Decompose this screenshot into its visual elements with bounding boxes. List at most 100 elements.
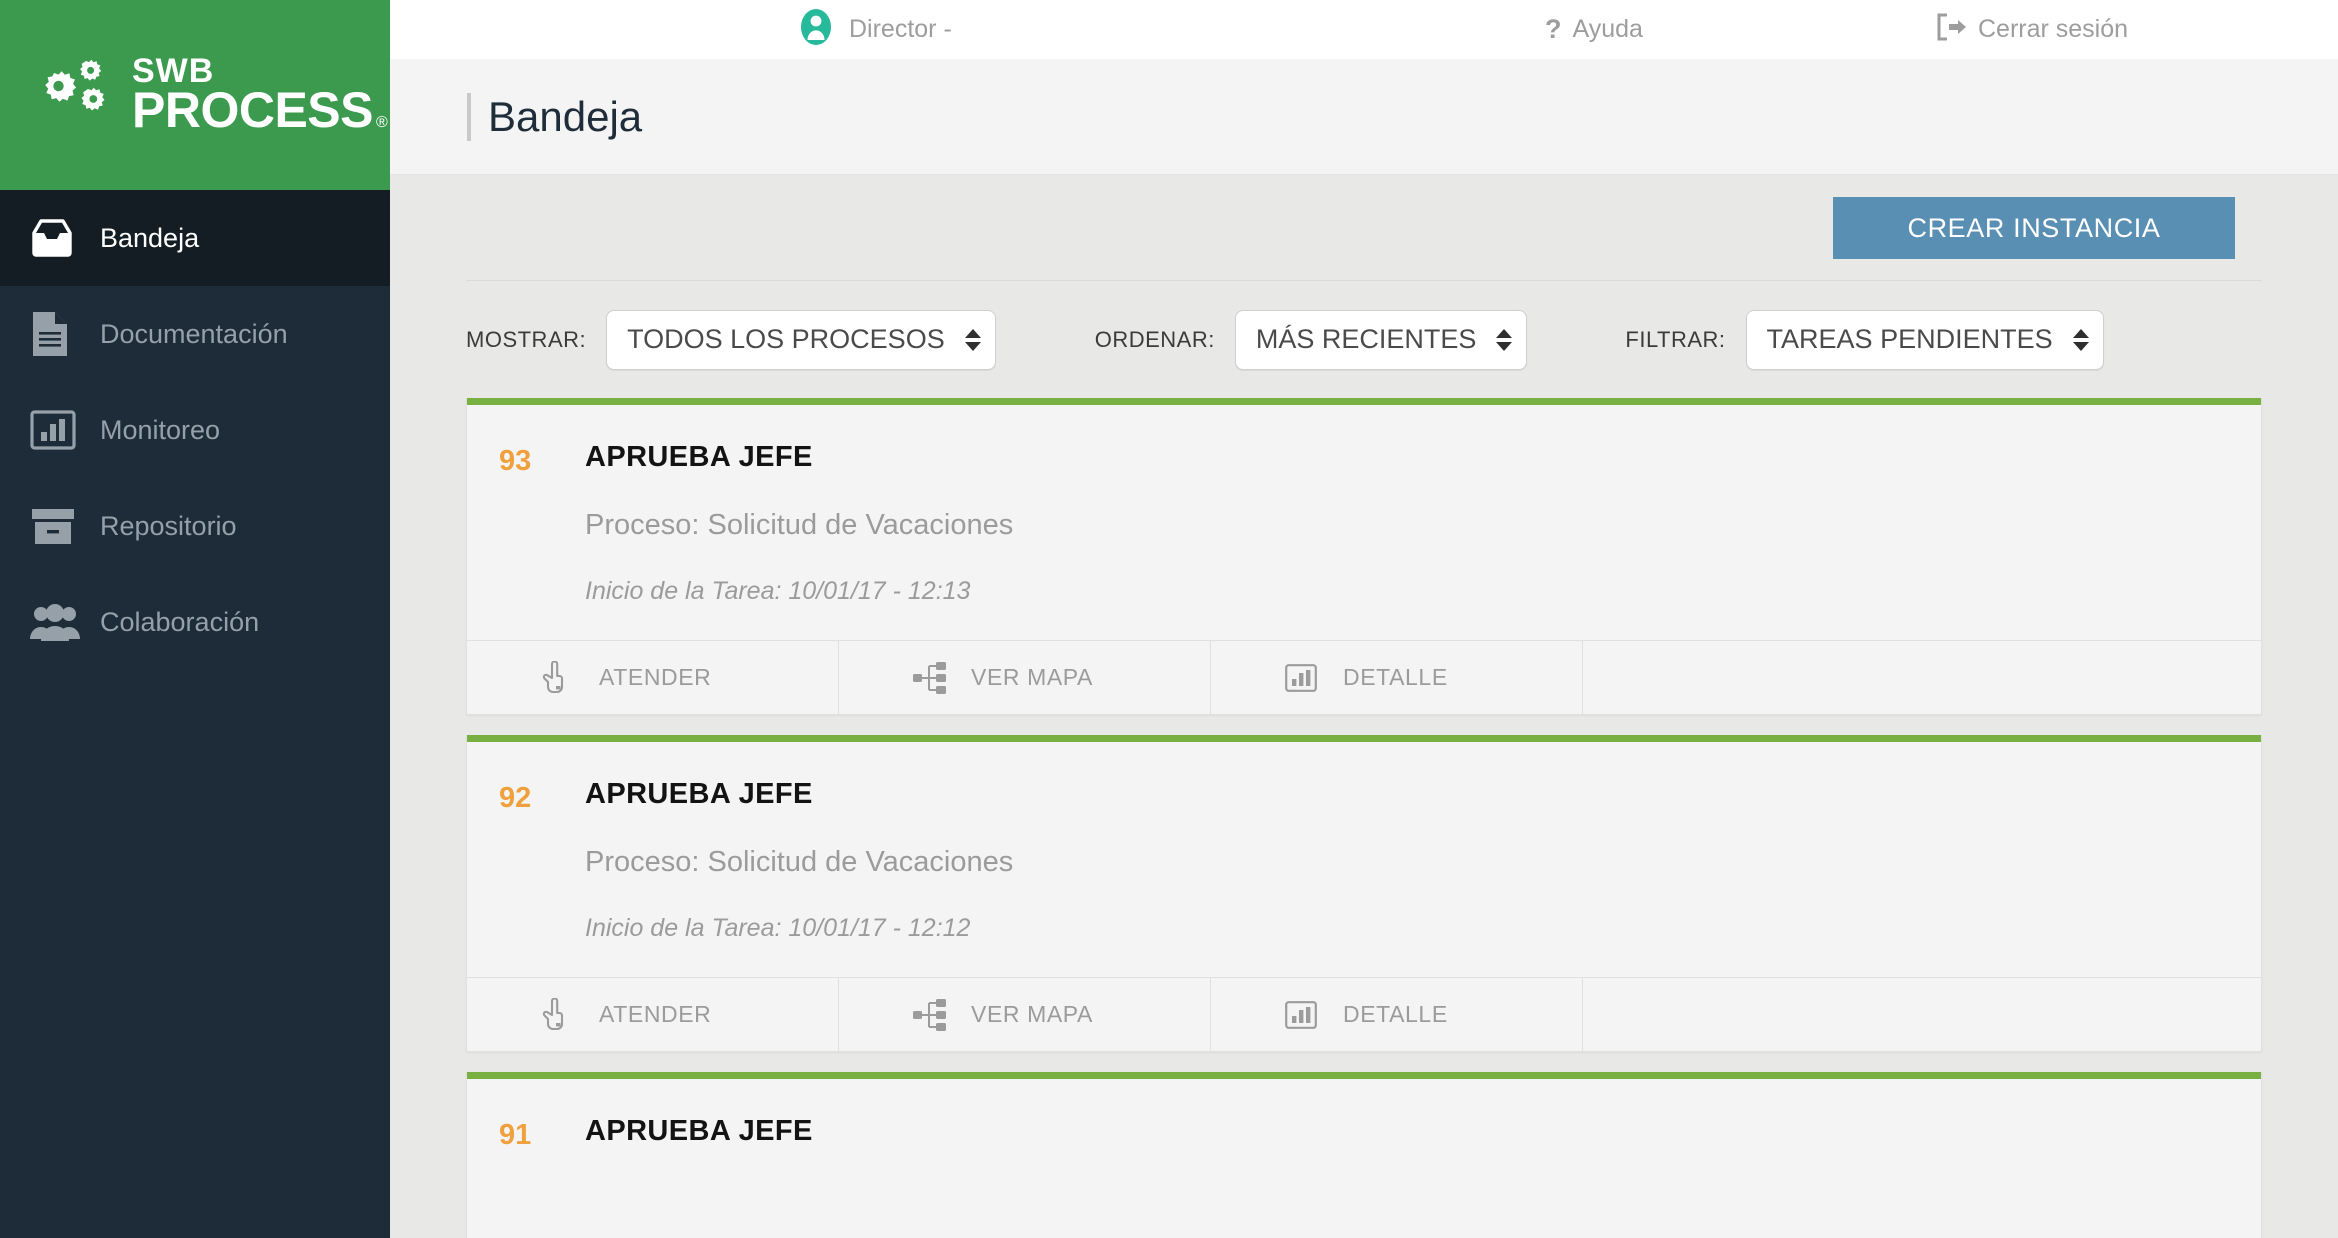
page-title-bar: Bandeja — [390, 59, 2338, 175]
select-arrows-icon — [2072, 328, 2089, 351]
sidebar: SWB PROCESS ® Bandeja Documentación Moni… — [0, 0, 390, 1238]
card-start-date: Inicio de la Tarea: 10/01/17 - 12:13 — [585, 577, 971, 605]
sidebar-item-documentacion[interactable]: Documentación — [0, 286, 390, 382]
card-body: 93 APRUEBA JEFE Proceso: Solicitud de Va… — [467, 405, 2261, 640]
archive-box-icon — [30, 505, 92, 547]
card-task-name: APRUEBA JEFE — [585, 441, 813, 473]
filter-bar: MOSTRAR: TODOS LOS PROCESOS ORDENAR: MÁS… — [390, 281, 2338, 398]
logout-label: Cerrar sesión — [1978, 15, 2129, 43]
ordenar-select[interactable]: MÁS RECIENTES — [1234, 309, 1528, 370]
topbar: Director - ? Ayuda Cerrar sesión — [390, 0, 2338, 59]
gears-icon — [26, 59, 118, 131]
bar-chart-icon — [1285, 1000, 1343, 1029]
detalle-label: DETALLE — [1343, 1001, 1448, 1027]
sidebar-item-bandeja[interactable]: Bandeja — [0, 190, 390, 286]
task-card: 91 APRUEBA JEFE — [466, 1072, 2262, 1238]
document-icon — [30, 310, 92, 358]
user-label: Director - — [849, 15, 952, 43]
detalle-button[interactable]: DETALLE — [1211, 978, 1583, 1051]
card-process-name: Proceso: Solicitud de Vacaciones — [585, 846, 1014, 878]
brand-text: SWB PROCESS ® — [132, 54, 388, 139]
brand-logo: SWB PROCESS ® — [26, 54, 388, 139]
toolbar: CREAR INSTANCIA — [466, 176, 2262, 281]
card-start-date: Inicio de la Tarea: 10/01/17 - 12:12 — [585, 914, 971, 942]
bar-chart-icon — [1285, 663, 1343, 692]
sidebar-item-label: Colaboración — [100, 606, 260, 637]
atender-button[interactable]: ATENDER — [467, 641, 839, 714]
sitemap-icon — [913, 661, 971, 694]
help-link[interactable]: ? Ayuda — [1545, 0, 1643, 59]
card-accent-bar — [467, 735, 2261, 742]
sidebar-item-colaboracion[interactable]: Colaboración — [0, 574, 390, 670]
select-arrows-icon — [1496, 328, 1513, 351]
atender-label: ATENDER — [599, 664, 712, 690]
question-mark-icon: ? — [1545, 14, 1562, 44]
detalle-label: DETALLE — [1343, 664, 1448, 690]
sign-out-icon — [1935, 13, 1967, 46]
mostrar-select-value: TODOS LOS PROCESOS — [627, 324, 945, 354]
sidebar-item-label: Documentación — [100, 318, 288, 349]
pointing-hand-icon — [541, 660, 599, 695]
users-icon — [30, 601, 92, 643]
ordenar-select-value: MÁS RECIENTES — [1255, 324, 1477, 354]
task-card: 93 APRUEBA JEFE Proceso: Solicitud de Va… — [466, 398, 2262, 715]
card-actions-filler — [1583, 641, 2261, 714]
filter-label: MOSTRAR: — [466, 326, 587, 352]
brand-header: SWB PROCESS ® — [0, 0, 390, 190]
select-arrows-icon — [964, 328, 981, 351]
app-root: SWB PROCESS ® Bandeja Documentación Moni… — [0, 0, 2338, 1238]
atender-button[interactable]: ATENDER — [467, 978, 839, 1051]
task-card: 92 APRUEBA JEFE Proceso: Solicitud de Va… — [466, 735, 2262, 1052]
card-task-name: APRUEBA JEFE — [585, 778, 813, 810]
sidebar-item-label: Monitoreo — [100, 414, 221, 445]
help-label: Ayuda — [1572, 15, 1643, 43]
card-number: 92 — [499, 782, 532, 814]
user-menu[interactable]: Director - — [797, 0, 952, 59]
sitemap-icon — [913, 998, 971, 1031]
card-details: APRUEBA JEFE — [585, 1115, 2261, 1238]
filter-ordenar: ORDENAR: MÁS RECIENTES — [1094, 309, 1528, 370]
brand-line2: PROCESS — [132, 82, 374, 139]
card-actions: ATENDER VER MAPA DETALLE — [467, 640, 2261, 714]
filter-label: FILTRAR: — [1625, 326, 1726, 352]
ver-mapa-label: VER MAPA — [971, 1001, 1093, 1027]
page-title: Bandeja — [488, 92, 643, 140]
crear-instancia-button[interactable]: CREAR INSTANCIA — [1833, 197, 2235, 259]
sidebar-item-monitoreo[interactable]: Monitoreo — [0, 382, 390, 478]
card-actions: ATENDER VER MAPA DETALLE — [467, 977, 2261, 1051]
bar-chart-icon — [30, 409, 92, 451]
user-avatar-icon — [797, 8, 835, 51]
card-process-name: Proceso: Solicitud de Vacaciones — [585, 509, 1014, 541]
card-details: APRUEBA JEFE Proceso: Solicitud de Vacac… — [585, 441, 2261, 606]
main-content: CREAR INSTANCIA MOSTRAR: TODOS LOS PROCE… — [390, 176, 2338, 1238]
filtrar-select-value: TAREAS PENDIENTES — [1766, 324, 2053, 354]
card-body: 92 APRUEBA JEFE Proceso: Solicitud de Va… — [467, 742, 2261, 977]
logout-link[interactable]: Cerrar sesión — [1935, 0, 2128, 59]
card-details: APRUEBA JEFE Proceso: Solicitud de Vacac… — [585, 778, 2261, 943]
task-list: 93 APRUEBA JEFE Proceso: Solicitud de Va… — [390, 398, 2338, 1238]
card-number: 93 — [499, 445, 532, 477]
card-body: 91 APRUEBA JEFE — [467, 1079, 2261, 1238]
ver-mapa-label: VER MAPA — [971, 664, 1093, 690]
card-accent-bar — [467, 1072, 2261, 1079]
ver-mapa-button[interactable]: VER MAPA — [839, 978, 1211, 1051]
detalle-button[interactable]: DETALLE — [1211, 641, 1583, 714]
sidebar-item-repositorio[interactable]: Repositorio — [0, 478, 390, 574]
filter-filtrar: FILTRAR: TAREAS PENDIENTES — [1625, 309, 2104, 370]
mostrar-select[interactable]: TODOS LOS PROCESOS — [606, 309, 996, 370]
filtrar-select[interactable]: TAREAS PENDIENTES — [1745, 309, 2104, 370]
sidebar-item-label: Repositorio — [100, 510, 237, 541]
registered-mark: ® — [376, 114, 388, 132]
inbox-icon — [30, 219, 92, 257]
card-actions-filler — [1583, 978, 2261, 1051]
pointing-hand-icon — [541, 997, 599, 1032]
card-number: 91 — [499, 1119, 532, 1151]
card-task-name: APRUEBA JEFE — [585, 1115, 813, 1147]
sidebar-item-label: Bandeja — [100, 222, 200, 253]
ver-mapa-button[interactable]: VER MAPA — [839, 641, 1211, 714]
atender-label: ATENDER — [599, 1001, 712, 1027]
card-accent-bar — [467, 398, 2261, 405]
filter-label: ORDENAR: — [1094, 326, 1215, 352]
sidebar-nav: Bandeja Documentación Monitoreo Reposito… — [0, 190, 390, 670]
title-accent-mark — [467, 92, 471, 141]
